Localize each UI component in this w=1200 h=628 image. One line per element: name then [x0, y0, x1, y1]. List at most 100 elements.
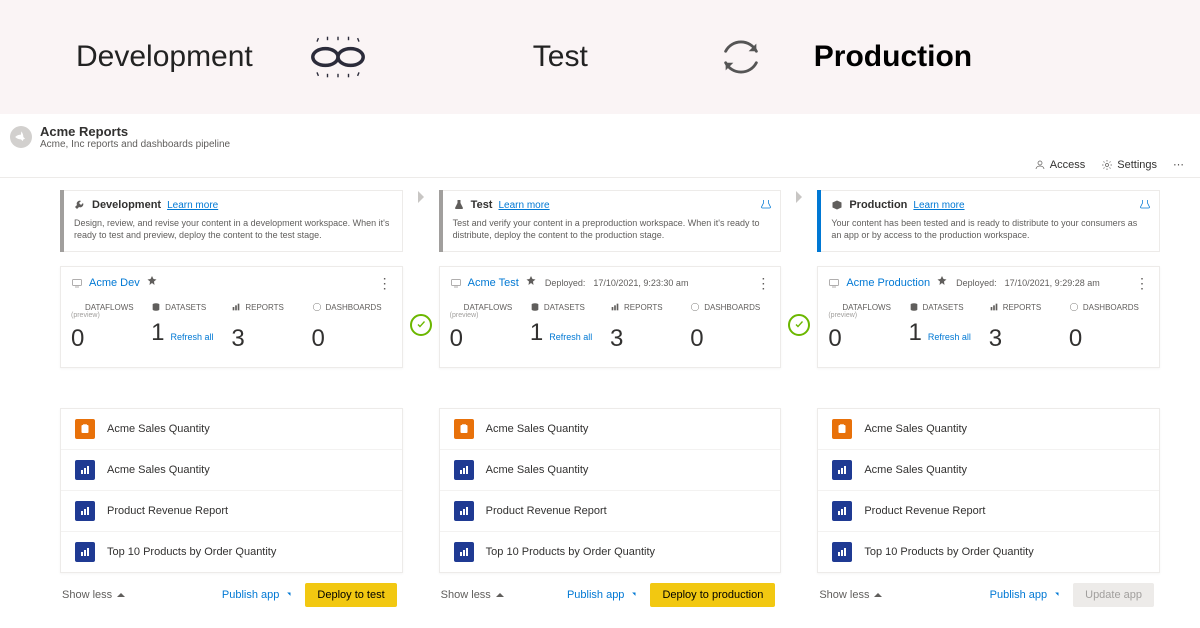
list-item[interactable]: Product Revenue Report: [440, 490, 781, 531]
reports-icon: [231, 302, 241, 312]
report-icon: [75, 460, 95, 480]
items-list-dev: Acme Sales Quantity Acme Sales Quantity Pr…: [60, 408, 403, 573]
stage-prod-learn-more[interactable]: Learn more: [913, 200, 964, 211]
item-label: Acme Sales Quantity: [486, 464, 589, 476]
reports-label: REPORTS: [624, 303, 663, 312]
items-list-test: Acme Sales Quantity Acme Sales Quantity Pr…: [439, 408, 782, 573]
wrench-icon: [74, 199, 86, 211]
publish-app-link[interactable]: Publish app: [567, 589, 639, 601]
pipeline-header: Acme Reports Acme, Inc reports and dashb…: [0, 114, 1200, 154]
dataflows-label: DATAFLOWS: [842, 303, 891, 312]
banner-test-label: Test: [533, 40, 588, 74]
update-app-button[interactable]: Update app: [1073, 583, 1154, 607]
stage-prod-desc: Your content has been tested and is read…: [831, 217, 1149, 241]
deployed-time: 17/10/2021, 9:23:30 am: [593, 278, 688, 288]
show-less-link[interactable]: Show less: [819, 589, 883, 601]
dashboards-count: 0: [1069, 325, 1149, 353]
stage-prod-title: Production: [849, 199, 907, 211]
reports-label: REPORTS: [245, 303, 284, 312]
dataflows-label: DATAFLOWS: [464, 303, 513, 312]
deploy-to-production-button[interactable]: Deploy to production: [650, 583, 775, 607]
stage-arrow: [403, 190, 439, 204]
dataflows-icon: [828, 302, 838, 312]
datasets-icon: [151, 302, 161, 312]
list-item[interactable]: Product Revenue Report: [61, 490, 402, 531]
datasets-label: DATASETS: [165, 303, 206, 312]
refresh-all-link[interactable]: Refresh all: [171, 332, 214, 342]
list-item[interactable]: Top 10 Products by Order Quantity: [818, 531, 1159, 572]
publish-app-link[interactable]: Publish app: [222, 589, 294, 601]
reports-label: REPORTS: [1003, 303, 1042, 312]
chevron-up-icon: [116, 590, 126, 600]
datasets-label: DATASETS: [544, 303, 585, 312]
item-label: Product Revenue Report: [486, 505, 607, 517]
dataflows-count: 0: [71, 325, 151, 353]
stage-test-desc: Test and verify your content in a prepro…: [453, 217, 771, 241]
card-menu[interactable]: ⋮: [756, 281, 770, 285]
item-label: Acme Sales Quantity: [107, 464, 210, 476]
stage-prod-settings-icon[interactable]: [1139, 197, 1151, 215]
workspace-test: Acme Test Deployed: 17/10/2021, 9:23:30 …: [439, 266, 782, 613]
reports-icon: [989, 302, 999, 312]
datasets-count: 1: [151, 319, 164, 346]
open-icon: [1051, 590, 1061, 600]
deploy-to-test-button[interactable]: Deploy to test: [305, 583, 396, 607]
stage-arrow: [781, 190, 817, 204]
workspace-prod-summary: Acme Production Deployed: 17/10/2021, 9:…: [817, 266, 1160, 368]
banner: Development Test Production: [0, 0, 1200, 114]
list-item[interactable]: Top 10 Products by Order Quantity: [440, 531, 781, 572]
open-icon: [628, 590, 638, 600]
item-label: Acme Sales Quantity: [864, 423, 967, 435]
show-less-link[interactable]: Show less: [62, 589, 126, 601]
stage-dev: Development Learn more Design, review, a…: [60, 190, 403, 252]
dashboards-icon: [1069, 302, 1079, 312]
chevron-up-icon: [873, 590, 883, 600]
more-menu[interactable]: ⋯: [1173, 158, 1186, 171]
chain-link-icon: [303, 32, 373, 82]
list-item[interactable]: Acme Sales Quantity: [818, 449, 1159, 490]
workspace-dev-summary: Acme Dev ⋮ DATAFLOWS (preview) 0 DATASET…: [60, 266, 403, 368]
card-menu[interactable]: ⋮: [378, 281, 392, 285]
stage-test-learn-more[interactable]: Learn more: [498, 200, 549, 211]
report-icon: [75, 542, 95, 562]
access-button[interactable]: Access: [1034, 159, 1085, 171]
pipeline-subtitle: Acme, Inc reports and dashboards pipelin…: [40, 139, 230, 150]
flask-icon: [453, 199, 465, 211]
list-item[interactable]: Acme Sales Quantity: [61, 449, 402, 490]
list-item[interactable]: Acme Sales Quantity: [61, 409, 402, 449]
workspace-prod-link[interactable]: Acme Production: [846, 277, 930, 289]
preview-label: (preview): [828, 312, 908, 319]
report-icon: [454, 460, 474, 480]
datasets-count: 1: [909, 319, 922, 346]
card-menu[interactable]: ⋮: [1135, 281, 1149, 285]
list-item[interactable]: Acme Sales Quantity: [440, 409, 781, 449]
settings-button[interactable]: Settings: [1101, 159, 1157, 171]
workspace-icon: [828, 277, 840, 289]
list-item[interactable]: Acme Sales Quantity: [440, 449, 781, 490]
workspace-dev-link[interactable]: Acme Dev: [89, 277, 140, 289]
dataflows-label: DATAFLOWS: [85, 303, 134, 312]
dashboards-count: 0: [690, 325, 770, 353]
stage-test: Test Learn more Test and verify your con…: [439, 190, 782, 252]
dataset-icon: [75, 419, 95, 439]
stage-dev-learn-more[interactable]: Learn more: [167, 200, 218, 211]
item-label: Acme Sales Quantity: [486, 423, 589, 435]
list-item[interactable]: Acme Sales Quantity: [818, 409, 1159, 449]
publish-app-link[interactable]: Publish app: [990, 589, 1062, 601]
list-item[interactable]: Top 10 Products by Order Quantity: [61, 531, 402, 572]
stage-test-settings-icon[interactable]: [760, 197, 772, 215]
dataflows-icon: [71, 302, 81, 312]
workspace-test-link[interactable]: Acme Test: [468, 277, 519, 289]
show-less-link[interactable]: Show less: [441, 589, 505, 601]
dashboards-label: DASHBOARDS: [326, 303, 382, 312]
list-item[interactable]: Product Revenue Report: [818, 490, 1159, 531]
dashboards-icon: [312, 302, 322, 312]
stage-prod: Production Learn more Your content has b…: [817, 190, 1160, 252]
dashboards-count: 0: [312, 325, 392, 353]
refresh-all-link[interactable]: Refresh all: [549, 332, 592, 342]
refresh-all-link[interactable]: Refresh all: [928, 332, 971, 342]
pipeline-title: Acme Reports: [40, 124, 230, 139]
reports-icon: [610, 302, 620, 312]
item-label: Product Revenue Report: [864, 505, 985, 517]
stage-dev-desc: Design, review, and revise your content …: [74, 217, 392, 241]
